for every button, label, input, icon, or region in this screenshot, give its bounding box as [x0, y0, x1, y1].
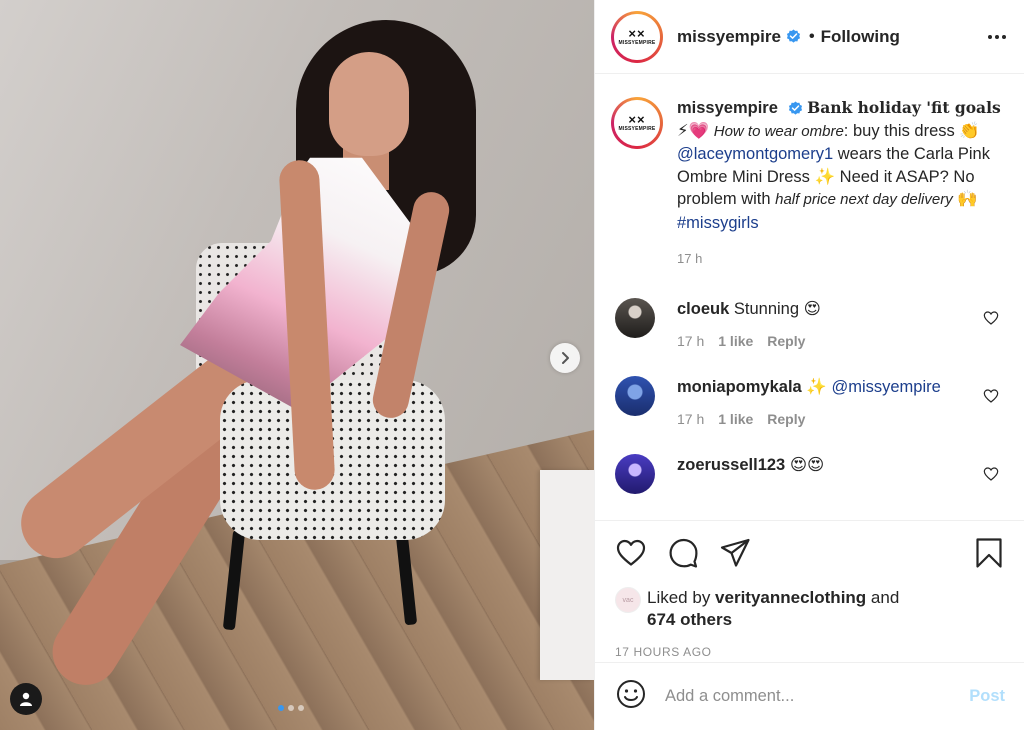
- avatar-logo-mark: ××: [628, 25, 646, 41]
- verified-icon: [786, 29, 801, 43]
- comment-input[interactable]: [665, 687, 970, 706]
- bookmark-icon[interactable]: [973, 537, 1005, 569]
- comment-item: zoerussell123 😍😍: [595, 453, 1024, 494]
- likes-connector: and: [866, 588, 900, 607]
- caption-how-to: How to wear ombre: [713, 122, 844, 140]
- user-tags-button[interactable]: [10, 683, 42, 715]
- carousel-dot: [298, 705, 304, 711]
- comment-like-heart-icon[interactable]: [983, 466, 999, 482]
- comment-item: moniapomykala ✨ @missyempire 17 h 1 like…: [595, 375, 1024, 427]
- comment-item: cloeuk Stunning 😍 17 h 1 like Reply: [595, 297, 1024, 349]
- likes-summary: vac Liked by verityanneclothing and 674 …: [615, 587, 1005, 631]
- comment-like-heart-icon[interactable]: [983, 310, 999, 326]
- post-comment-button[interactable]: Post: [969, 687, 1005, 706]
- comments-scroll-area[interactable]: ×× MISSYEMPIRE missyempire Bank holiday …: [595, 75, 1024, 520]
- follow-separator: •: [808, 27, 815, 45]
- post-details-panel: ×× MISSYEMPIRE missyempire • Following ×…: [594, 0, 1024, 730]
- add-comment-bar: Post: [595, 662, 1024, 730]
- post-actions: vac Liked by verityanneclothing and 674 …: [595, 520, 1024, 659]
- liker-avatar[interactable]: vac: [615, 587, 641, 613]
- caption-text: missyempire Bank holiday 'fit goals ⚡💗 H…: [677, 97, 1005, 271]
- caption-text-1: : buy this dress: [843, 121, 955, 140]
- comment-text: ✨: [806, 377, 832, 396]
- comment-likes[interactable]: 1 like: [718, 333, 753, 349]
- post-header: ×× MISSYEMPIRE missyempire • Following: [595, 0, 1024, 74]
- account-username[interactable]: missyempire: [677, 27, 781, 47]
- comment-avatar[interactable]: [615, 453, 655, 494]
- comment-mention-link[interactable]: @missyempire: [831, 378, 940, 396]
- carousel-dots: [278, 705, 304, 711]
- comment-icon[interactable]: [667, 537, 699, 569]
- comment-avatar[interactable]: [615, 375, 655, 416]
- post-date[interactable]: 17 HOURS AGO: [615, 645, 1005, 659]
- caption-emoji: ⚡💗: [677, 121, 710, 140]
- caption-emoji: 🙌: [957, 190, 978, 208]
- more-options-button[interactable]: [988, 29, 1006, 45]
- carousel-dot: [288, 705, 294, 711]
- user-tag-icon: [20, 692, 32, 706]
- caption-half-price: half price next day delivery: [775, 191, 953, 208]
- caption-time[interactable]: 17 h: [677, 248, 1005, 271]
- avatar-logo-text: MISSYEMPIRE: [618, 126, 656, 132]
- caption-emoji: 👏: [959, 121, 980, 140]
- comment-time[interactable]: 17 h: [677, 333, 704, 349]
- comment-like-heart-icon[interactable]: [983, 388, 999, 404]
- more-icon: [988, 34, 992, 39]
- comment-username[interactable]: cloeuk: [677, 300, 729, 318]
- likes-others-link[interactable]: 674 others: [647, 610, 732, 629]
- carousel-dot: [278, 705, 284, 711]
- avatar-logo-text: MISSYEMPIRE: [618, 39, 656, 46]
- emoji-picker-button[interactable]: [615, 678, 647, 715]
- account-avatar[interactable]: ×× MISSYEMPIRE: [611, 10, 663, 63]
- caption-hashtag-link[interactable]: #missygirls: [677, 214, 759, 232]
- comment-time[interactable]: 17 h: [677, 411, 704, 427]
- model-face: [329, 52, 409, 156]
- comment-avatar[interactable]: [615, 297, 655, 338]
- comment-username[interactable]: moniapomykala: [677, 378, 802, 396]
- comment-text: 😍😍: [789, 455, 825, 474]
- comment-likes[interactable]: 1 like: [718, 411, 753, 427]
- comment-text: Stunning 😍: [733, 299, 821, 318]
- caption-username[interactable]: missyempire: [677, 99, 778, 117]
- avatar-logo-mark: ××: [628, 112, 646, 127]
- carousel-next-button[interactable]: [550, 343, 580, 373]
- caption-avatar[interactable]: ×× MISSYEMPIRE: [611, 97, 663, 149]
- caption-emoji: ✨: [814, 167, 836, 186]
- comment-reply-button[interactable]: Reply: [767, 411, 805, 427]
- post-photo[interactable]: [0, 0, 594, 730]
- post-caption: ×× MISSYEMPIRE missyempire Bank holiday …: [595, 75, 1024, 271]
- emoji-icon: [617, 680, 645, 708]
- following-button[interactable]: Following: [821, 27, 900, 47]
- verified-icon: [788, 101, 802, 115]
- caption-title: Bank holiday 'fit goals: [807, 98, 1001, 117]
- likes-prefix: Liked by: [647, 588, 716, 607]
- share-icon[interactable]: [719, 537, 751, 569]
- caption-mention-link[interactable]: @laceymontgomery1: [677, 145, 833, 163]
- comment-reply-button[interactable]: Reply: [767, 333, 805, 349]
- heart-icon[interactable]: [615, 537, 647, 569]
- liker-username[interactable]: verityanneclothing: [715, 588, 866, 607]
- comment-username[interactable]: zoerussell123: [677, 456, 785, 474]
- photo-white-box: [540, 470, 594, 680]
- chevron-right-icon: [562, 352, 569, 364]
